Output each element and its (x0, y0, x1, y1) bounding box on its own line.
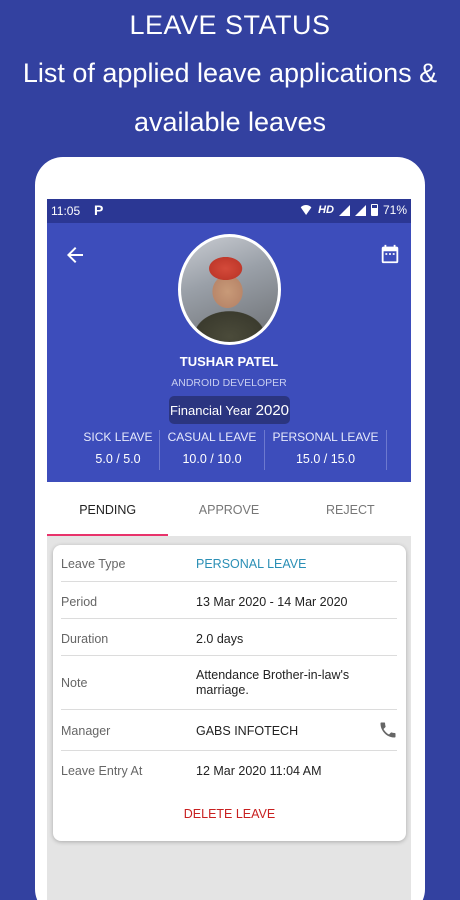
entry-value: 12 Mar 2020 11:04 AM (196, 764, 322, 778)
avatar (178, 234, 281, 345)
period-row: Period 13 Mar 2020 - 14 Mar 2020 (61, 582, 397, 619)
balance-label: SICK LEAVE (83, 430, 153, 444)
note-row: Note Attendance Brother-in-law's marriag… (61, 656, 397, 710)
balance-value: 15.0 / 15.0 (295, 452, 356, 466)
balance-label: CASUAL LEAVE (167, 430, 257, 444)
note-label: Note (61, 676, 88, 690)
status-tabs: PENDING APPROVE REJECT (47, 482, 411, 536)
balance-value: 5.0 / 5.0 (95, 452, 141, 466)
manager-label: Manager (61, 724, 111, 738)
entry-row: Leave Entry At 12 Mar 2020 11:04 AM (61, 751, 397, 791)
period-value: 13 Mar 2020 - 14 Mar 2020 (196, 595, 348, 609)
status-time: 11:05 (51, 204, 81, 218)
balance-value: 10.0 / 10.0 (182, 452, 242, 466)
signal-icon (338, 204, 350, 216)
note-value: Attendance Brother-in-law's marriage. (196, 668, 350, 697)
profile-header: TUSHAR PATEL ANDROID DEVELOPER Financial… (47, 223, 411, 482)
battery-icon (370, 204, 378, 216)
parking-app-icon: P (94, 202, 104, 218)
delete-leave-button[interactable]: DELETE LEAVE (53, 807, 406, 821)
wifi-icon (299, 205, 314, 215)
employee-name: TUSHAR PATEL (179, 354, 279, 369)
financial-year-value: 2020 (255, 401, 290, 419)
balance-label: PERSONAL LEAVE (272, 430, 379, 444)
phone-icon[interactable] (378, 720, 398, 740)
promo-title: LEAVE STATUS (129, 10, 331, 40)
signal-icon-2 (354, 204, 366, 216)
employee-role: ANDROID DEVELOPER (171, 377, 287, 389)
financial-year-selector[interactable]: Financial Year 2020 (169, 396, 290, 424)
leave-balances: SICK LEAVE 5.0 / 5.0 CASUAL LEAVE 10.0 /… (77, 430, 387, 470)
duration-label: Duration (61, 632, 109, 646)
balance-casual: CASUAL LEAVE 10.0 / 10.0 (160, 430, 265, 470)
app-screen: 11:05 P HD 71% TUSHAR PATEL ANDROID DEVE… (47, 199, 411, 900)
battery-level: 71% (382, 203, 407, 217)
back-arrow-icon[interactable] (63, 243, 87, 267)
promo-subtitle-line2: available leaves (133, 107, 327, 137)
leave-type-label: Leave Type (61, 557, 126, 571)
manager-row: Manager GABS INFOTECH (61, 710, 397, 751)
leave-card: Leave Type PERSONAL LEAVE Period 13 Mar … (53, 545, 406, 841)
leave-type-value: PERSONAL LEAVE (196, 557, 307, 571)
balance-sick: SICK LEAVE 5.0 / 5.0 (77, 430, 160, 470)
tab-approve[interactable]: APPROVE (168, 482, 289, 536)
tab-pending[interactable]: PENDING (47, 482, 169, 536)
promo-subtitle-line1: List of applied leave applications & (22, 58, 438, 88)
financial-year-label: Financial Year (169, 402, 252, 418)
network-type: HD (318, 204, 334, 216)
balance-personal: PERSONAL LEAVE 15.0 / 15.0 (265, 430, 387, 470)
status-bar: 11:05 P HD 71% (47, 199, 411, 223)
duration-row: Duration 2.0 days (61, 619, 397, 656)
entry-label: Leave Entry At (61, 764, 143, 778)
tab-reject[interactable]: REJECT (290, 482, 411, 536)
calendar-icon[interactable] (379, 243, 401, 265)
leave-type-row: Leave Type PERSONAL LEAVE (61, 545, 397, 582)
period-label: Period (61, 595, 98, 609)
duration-value: 2.0 days (196, 632, 244, 646)
manager-value: GABS INFOTECH (196, 724, 299, 738)
